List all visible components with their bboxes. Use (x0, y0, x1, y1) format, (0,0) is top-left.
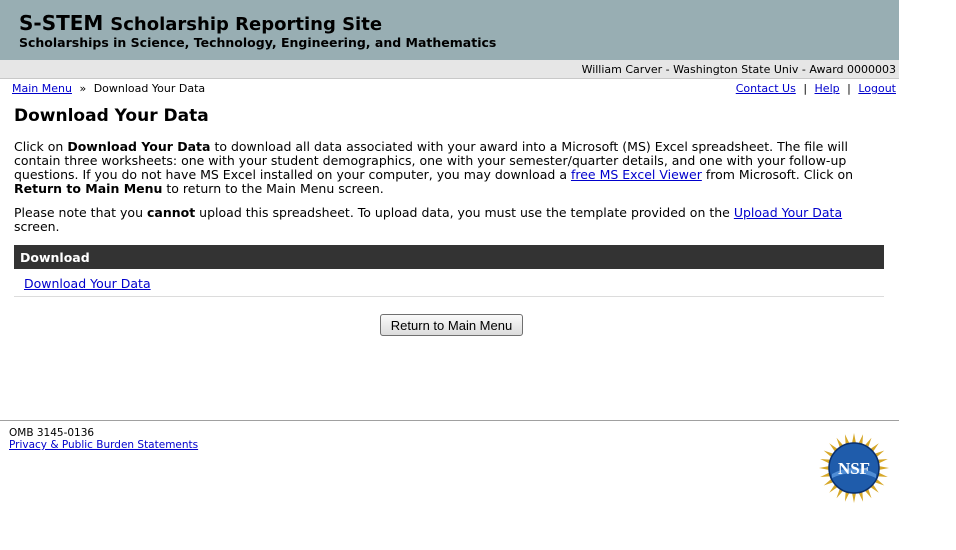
breadcrumb-current: Download Your Data (93, 82, 206, 95)
download-your-data-link[interactable]: Download Your Data (24, 276, 151, 291)
contact-us-link[interactable]: Contact Us (736, 82, 796, 95)
site-title-rest: Scholarship Reporting Site (110, 14, 383, 35)
site-banner: S-STEM Scholarship Reporting Site Schola… (0, 0, 899, 60)
download-table: Download Download Your Data (14, 245, 884, 297)
site-subtitle: Scholarships in Science, Technology, Eng… (19, 35, 497, 50)
p2-text: screen. (14, 219, 60, 234)
user-info-bar: William Carver - Washington State Univ -… (0, 60, 899, 79)
footer-divider (0, 420, 899, 421)
p2-bold-cannot: cannot (146, 205, 196, 220)
breadcrumb-separator: » (79, 82, 87, 95)
site-title: S-STEM Scholarship Reporting Site (19, 11, 382, 35)
omb-number: OMB 3145-0136 (9, 427, 95, 439)
download-table-row: Download Your Data (14, 269, 884, 297)
download-table-header: Download (14, 245, 884, 269)
upload-note-paragraph: Please note that you cannot upload this … (14, 206, 884, 234)
p1-text: Click on (14, 139, 68, 154)
help-link[interactable]: Help (815, 82, 840, 95)
instructions-paragraph: Click on Download Your Data to download … (14, 140, 884, 196)
site-title-main: S-STEM (19, 11, 104, 35)
nsf-logo-text: NSF (838, 459, 870, 478)
user-info-text: William Carver - Washington State Univ -… (581, 63, 896, 76)
p1-text: to return to the Main Menu screen. (162, 181, 384, 196)
breadcrumb: Main Menu » Download Your Data (12, 82, 205, 95)
upload-your-data-link[interactable]: Upload Your Data (734, 205, 842, 220)
p1-bold-return: Return to Main Menu (14, 181, 163, 196)
p2-text: Please note that you (14, 205, 147, 220)
toplinks-separator: | (847, 82, 851, 95)
breadcrumb-main-menu-link[interactable]: Main Menu (12, 82, 72, 95)
logout-link[interactable]: Logout (858, 82, 896, 95)
p2-text: upload this spreadsheet. To upload data,… (195, 205, 734, 220)
return-to-main-menu-button[interactable]: Return to Main Menu (380, 314, 523, 336)
toplinks-separator: | (803, 82, 808, 95)
top-links: Contact Us | Help | Logout (736, 82, 896, 95)
p1-bold-download: Download Your Data (67, 139, 211, 154)
excel-viewer-link[interactable]: free MS Excel Viewer (571, 167, 702, 182)
nsf-logo-icon: NSF (819, 433, 889, 503)
privacy-statement-link[interactable]: Privacy & Public Burden Statements (9, 439, 198, 451)
page-title: Download Your Data (14, 106, 209, 126)
p1-text: from Microsoft. Click on (701, 167, 854, 182)
